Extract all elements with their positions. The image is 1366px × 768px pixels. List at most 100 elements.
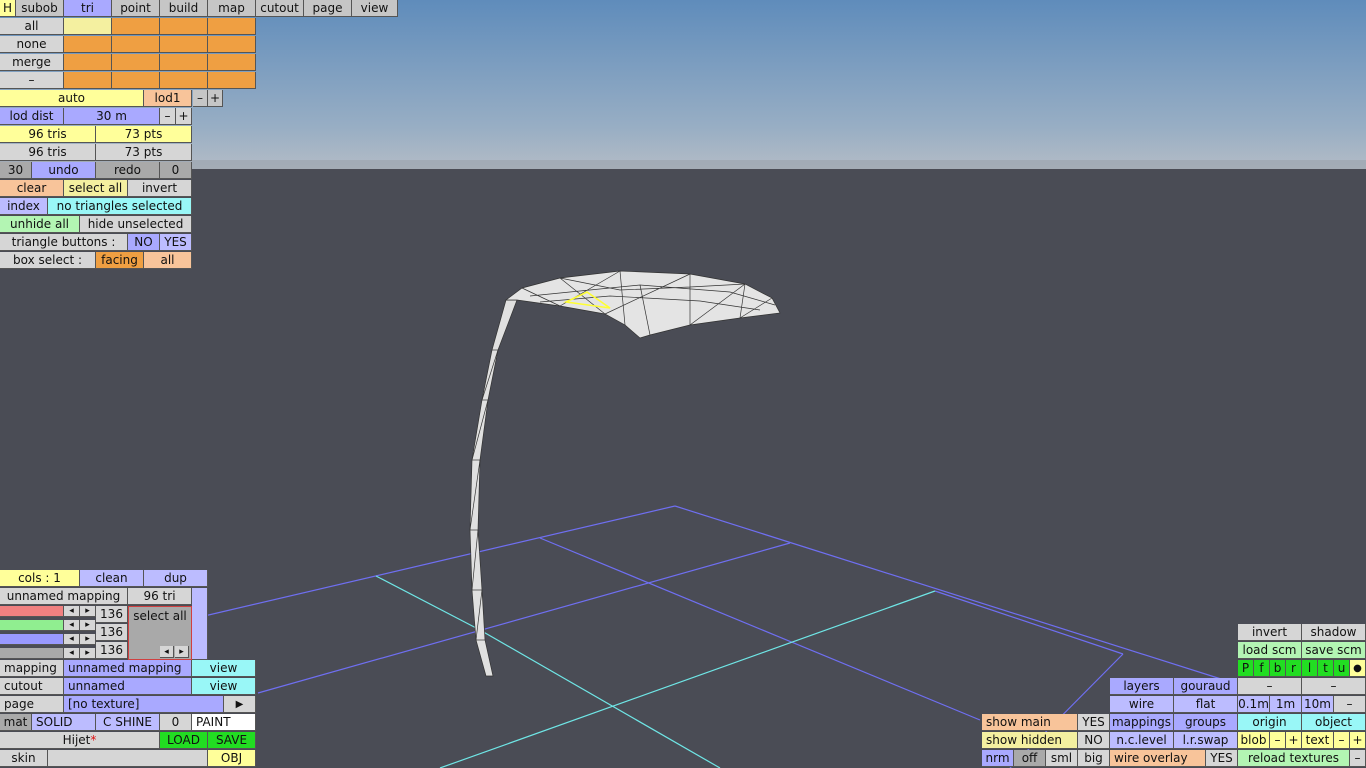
- normals-sml-button[interactable]: sml: [1046, 750, 1078, 767]
- slider-left-arrow[interactable]: ◂: [64, 606, 80, 617]
- show-hidden-toggle[interactable]: NO: [1078, 732, 1110, 749]
- save-button[interactable]: SAVE: [208, 732, 256, 749]
- view-b-button[interactable]: b: [1270, 660, 1286, 677]
- subob-cell[interactable]: [112, 54, 160, 71]
- load-button[interactable]: LOAD: [160, 732, 208, 749]
- paint-button[interactable]: PAINT: [192, 714, 256, 731]
- lod1-button[interactable]: lod1: [144, 90, 192, 107]
- subob-cell[interactable]: [64, 72, 112, 89]
- triangle-buttons-yes[interactable]: YES: [160, 234, 192, 251]
- index-button[interactable]: index: [0, 198, 48, 215]
- tab-subob[interactable]: subob: [16, 0, 64, 17]
- subob-all[interactable]: all: [0, 18, 64, 35]
- mapping-scrollbar[interactable]: [192, 588, 208, 660]
- swatch-right-arrow[interactable]: ▸: [175, 646, 189, 658]
- tab-point[interactable]: point: [112, 0, 160, 17]
- tab-page[interactable]: page: [304, 0, 352, 17]
- skin-field[interactable]: [48, 750, 208, 767]
- shadow-button[interactable]: shadow: [1302, 624, 1366, 641]
- invert-view-button[interactable]: invert: [1238, 624, 1302, 641]
- load-scm-button[interactable]: load scm: [1238, 642, 1302, 659]
- slider-left-arrow[interactable]: ◂: [64, 634, 80, 645]
- text-minus-button[interactable]: –: [1334, 732, 1350, 749]
- cols-button[interactable]: cols : 1: [0, 570, 80, 587]
- page-select[interactable]: [no texture]: [64, 696, 224, 713]
- lod-plus-button[interactable]: +: [208, 90, 223, 107]
- flat-button[interactable]: flat: [1174, 696, 1238, 713]
- view-p-button[interactable]: P: [1238, 660, 1254, 677]
- page-arrow-button[interactable]: ▶: [224, 696, 256, 713]
- subob-cell[interactable]: [208, 54, 256, 71]
- grid-minus-button[interactable]: –: [1334, 696, 1366, 713]
- view-l-button[interactable]: l: [1302, 660, 1318, 677]
- minus-button-2[interactable]: –: [1302, 678, 1366, 695]
- view-f-button[interactable]: f: [1254, 660, 1270, 677]
- slider-left-arrow[interactable]: ◂: [64, 648, 80, 659]
- clean-button[interactable]: clean: [80, 570, 144, 587]
- box-select-facing[interactable]: facing: [96, 252, 144, 269]
- invert-button[interactable]: invert: [128, 180, 192, 197]
- show-main-toggle[interactable]: YES: [1078, 714, 1110, 731]
- unhide-all-button[interactable]: unhide all: [0, 216, 80, 233]
- clear-button[interactable]: clear: [0, 180, 64, 197]
- solid-button[interactable]: SOLID: [32, 714, 96, 731]
- blob-button[interactable]: blob: [1238, 732, 1270, 749]
- view-u-button[interactable]: u: [1334, 660, 1350, 677]
- grid-1m-button[interactable]: 1m: [1270, 696, 1302, 713]
- subob-cell[interactable]: [112, 72, 160, 89]
- obj-button[interactable]: OBJ: [208, 750, 256, 767]
- slider-left-arrow[interactable]: ◂: [64, 620, 80, 631]
- tab-build[interactable]: build: [160, 0, 208, 17]
- view-dot-button[interactable]: ●: [1350, 660, 1366, 677]
- object-button[interactable]: object: [1302, 714, 1366, 731]
- lod-dist-minus-button[interactable]: –: [160, 108, 176, 125]
- slider-right-arrow[interactable]: ▸: [80, 620, 96, 631]
- grid-10m-button[interactable]: 10m: [1302, 696, 1334, 713]
- grid-0-1m-button[interactable]: 0.1m: [1238, 696, 1270, 713]
- cutout-view-button[interactable]: view: [192, 678, 256, 695]
- subob-cell[interactable]: [208, 72, 256, 89]
- subob-cell[interactable]: [112, 18, 160, 35]
- subob-cell[interactable]: [64, 36, 112, 53]
- tab-cutout[interactable]: cutout: [256, 0, 304, 17]
- blob-plus-button[interactable]: +: [1286, 732, 1302, 749]
- normals-off-button[interactable]: off: [1014, 750, 1046, 767]
- layers-button[interactable]: layers: [1110, 678, 1174, 695]
- nrm-button[interactable]: nrm: [982, 750, 1014, 767]
- mappings-button[interactable]: mappings: [1110, 714, 1174, 731]
- tab-map[interactable]: map: [208, 0, 256, 17]
- undo-button[interactable]: undo: [32, 162, 96, 179]
- subob-cell[interactable]: [112, 36, 160, 53]
- mapping-view-button[interactable]: view: [192, 660, 256, 677]
- subob-cell[interactable]: [160, 18, 208, 35]
- lr-swap-button[interactable]: l.r.swap: [1174, 732, 1238, 749]
- redo-button[interactable]: redo: [96, 162, 160, 179]
- slider-right-arrow[interactable]: ▸: [80, 648, 96, 659]
- lod-dist-value[interactable]: 30 m: [64, 108, 160, 125]
- nc-level-button[interactable]: n.c.level: [1110, 732, 1174, 749]
- slider-right-arrow[interactable]: ▸: [80, 634, 96, 645]
- gouraud-button[interactable]: gouraud: [1174, 678, 1238, 695]
- mapping-select[interactable]: unnamed mapping: [64, 660, 192, 677]
- subob-none[interactable]: none: [0, 36, 64, 53]
- subob-cell[interactable]: [208, 18, 256, 35]
- dup-button[interactable]: dup: [144, 570, 208, 587]
- box-select-all[interactable]: all: [144, 252, 192, 269]
- slider-red[interactable]: [0, 606, 64, 617]
- cutout-select[interactable]: unnamed: [64, 678, 192, 695]
- select-all-button[interactable]: select all: [64, 180, 128, 197]
- tab-tri[interactable]: tri: [64, 0, 112, 17]
- subob-cell[interactable]: [160, 54, 208, 71]
- h-button[interactable]: H: [0, 0, 16, 17]
- reload-textures-button[interactable]: reload textures: [1238, 750, 1350, 767]
- wire-overlay-toggle[interactable]: YES: [1206, 750, 1238, 767]
- triangle-buttons-no[interactable]: NO: [128, 234, 160, 251]
- tab-view[interactable]: view: [352, 0, 398, 17]
- c-shine-button[interactable]: C SHINE: [96, 714, 160, 731]
- subob-dash[interactable]: –: [0, 72, 64, 89]
- origin-button[interactable]: origin: [1238, 714, 1302, 731]
- subob-merge[interactable]: merge: [0, 54, 64, 71]
- subob-cell[interactable]: [64, 54, 112, 71]
- lod-auto-button[interactable]: auto: [0, 90, 144, 107]
- blob-minus-button[interactable]: –: [1270, 732, 1286, 749]
